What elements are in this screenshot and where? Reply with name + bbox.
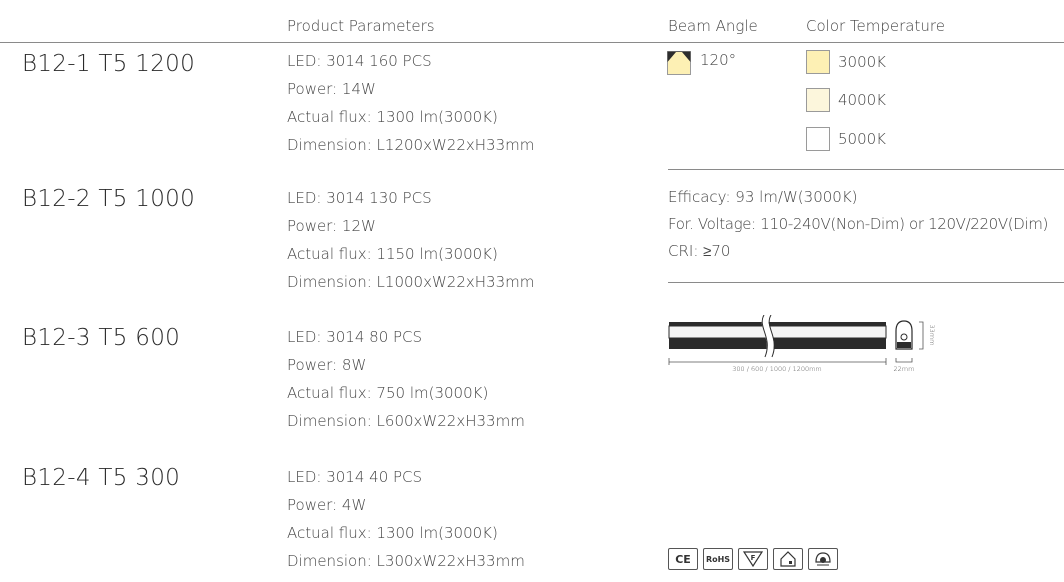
f-mark-icon: F [738, 548, 768, 570]
spec-flux: Actual flux: 1300 lm(3000K) [287, 524, 498, 542]
lamp-cap-icon [808, 548, 838, 570]
spec-dimension: Dimension: L600xW22xH33mm [287, 412, 525, 430]
spec-power: Power: 4W [287, 496, 367, 514]
beam-angle-icon [667, 51, 691, 75]
model-specs: LED: 3014 160 PCS Power: 14W Actual flux… [287, 47, 534, 159]
spec-power: Power: 12W [287, 217, 376, 235]
model-name: B12-3 T5 600 [22, 325, 181, 351]
ce-mark-icon: CE [668, 548, 698, 570]
height-dim-label: 33mm [928, 325, 936, 346]
spec-led: LED: 3014 80 PCS [287, 328, 423, 346]
color-swatch-4000k [806, 88, 830, 112]
model-name: B12-4 T5 300 [22, 465, 181, 491]
color-swatch-5000k [806, 127, 830, 151]
model-name: B12-2 T5 1000 [22, 186, 195, 212]
header-beam-angle: Beam Angle [668, 17, 758, 35]
electrical-info: Efficacy: 93 lm/W(3000K) For. Voltage: 1… [668, 184, 1048, 265]
width-dim-bracket [895, 358, 913, 363]
cri-text: CRI: ≥70 [668, 242, 731, 260]
spec-dimension: Dimension: L300xW22xH33mm [287, 552, 525, 570]
beam-angle-value: 120° [700, 51, 737, 69]
spec-flux: Actual flux: 1150 lm(3000K) [287, 245, 498, 263]
spec-power: Power: 8W [287, 356, 367, 374]
model-specs: LED: 3014 130 PCS Power: 12W Actual flux… [287, 184, 534, 296]
spec-led: LED: 3014 160 PCS [287, 52, 432, 70]
color-temp-label: 4000K [838, 91, 887, 109]
voltage-text: For. Voltage: 110-240V(Non-Dim) or 120V/… [668, 215, 1049, 233]
spec-led: LED: 3014 130 PCS [287, 189, 432, 207]
color-temp-label: 3000K [838, 53, 887, 71]
tube-bottom [669, 338, 886, 349]
header-divider [0, 42, 1064, 43]
height-dim-bracket [919, 321, 924, 350]
section-divider [668, 282, 1064, 283]
tube-top-edge [669, 322, 886, 326]
dimension-diagram: 300 / 600 / 1000 / 1200mm 33mm 22mm [668, 315, 936, 373]
spec-dimension: Dimension: L1000xW22xH33mm [287, 273, 535, 291]
header-product-parameters: Product Parameters [287, 17, 435, 35]
header-color-temperature: Color Temperature [806, 17, 945, 35]
spec-power: Power: 14W [287, 80, 376, 98]
efficacy-text: Efficacy: 93 lm/W(3000K) [668, 188, 858, 206]
width-dim-label: 22mm [894, 365, 915, 373]
model-specs: LED: 3014 80 PCS Power: 8W Actual flux: … [287, 323, 525, 435]
svg-text:F: F [751, 554, 756, 562]
color-temp-label: 5000K [838, 130, 887, 148]
f-mark-triangle: F [743, 551, 763, 568]
indoor-use-icon [773, 548, 803, 570]
spec-flux: Actual flux: 750 lm(3000K) [287, 384, 489, 402]
model-name: B12-1 T5 1200 [22, 51, 195, 77]
length-dim-label: 300 / 600 / 1000 / 1200mm [732, 365, 822, 373]
ce-mark-label: CE [675, 552, 691, 566]
section-divider [668, 169, 1064, 170]
spec-led: LED: 3014 40 PCS [287, 468, 423, 486]
spec-flux: Actual flux: 1300 lm(3000K) [287, 108, 498, 126]
rohs-mark-label: RoHS [705, 554, 731, 564]
color-swatch-3000k [806, 50, 830, 74]
model-specs: LED: 3014 40 PCS Power: 4W Actual flux: … [287, 463, 525, 575]
tube-body [668, 325, 887, 339]
rohs-mark-icon: RoHS [703, 548, 733, 570]
spec-dimension: Dimension: L1200xW22xH33mm [287, 136, 535, 154]
